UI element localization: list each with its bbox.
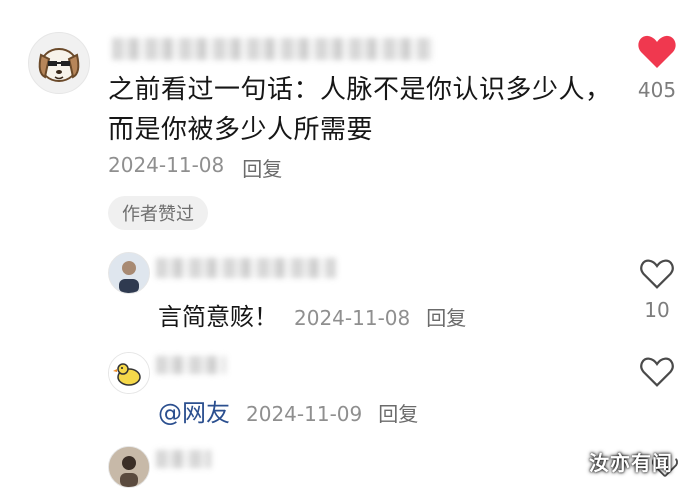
comment-meta: 2024-11-08 回复 <box>108 153 282 182</box>
like-button[interactable]: 405 <box>632 34 682 102</box>
reply-button[interactable]: 回复 <box>378 398 418 427</box>
person-photo-icon <box>109 447 149 487</box>
dog-avatar-icon <box>38 48 80 82</box>
mention-link[interactable]: @网友 <box>158 393 230 428</box>
avatar[interactable] <box>28 32 90 94</box>
like-count: 405 <box>637 78 677 102</box>
like-button[interactable] <box>632 356 682 388</box>
reply-date: 2024-11-08 <box>294 306 411 330</box>
watermark: 汝亦有闻 <box>589 451 673 475</box>
reply-text: 言简意赅！ <box>158 303 278 331</box>
username-blurred[interactable] <box>156 258 336 278</box>
avatar[interactable] <box>108 252 150 294</box>
username-blurred[interactable] <box>156 356 226 374</box>
comment-date: 2024-11-08 <box>108 153 225 177</box>
reply-date: 2024-11-09 <box>246 402 363 426</box>
heart-outline-icon <box>640 259 674 289</box>
comment-text: 之前看过一句话：人脉不是你认识多少人，而是你被多少人所需要 <box>108 75 612 145</box>
username-blurred[interactable] <box>156 450 211 468</box>
duck-avatar-icon <box>109 353 149 393</box>
comment-thread: 之前看过一句话：人脉不是你认识多少人，而是你被多少人所需要 2024-11-08… <box>0 0 687 488</box>
reply-button[interactable]: 回复 <box>426 302 466 331</box>
like-count: 10 <box>644 298 670 322</box>
username-blurred[interactable] <box>112 38 432 60</box>
reply-row: @网友 2024-11-09 回复 <box>158 393 418 428</box>
avatar[interactable] <box>108 446 150 488</box>
author-liked-badge: 作者赞过 <box>108 196 208 230</box>
person-photo-icon <box>109 253 149 293</box>
avatar[interactable] <box>108 352 150 394</box>
heart-outline-icon <box>640 357 674 387</box>
like-button[interactable]: 10 <box>632 258 682 322</box>
heart-filled-icon <box>638 35 676 68</box>
reply-button[interactable]: 回复 <box>242 153 282 182</box>
reply-row: 言简意赅！ 2024-11-08 回复 <box>158 297 466 332</box>
